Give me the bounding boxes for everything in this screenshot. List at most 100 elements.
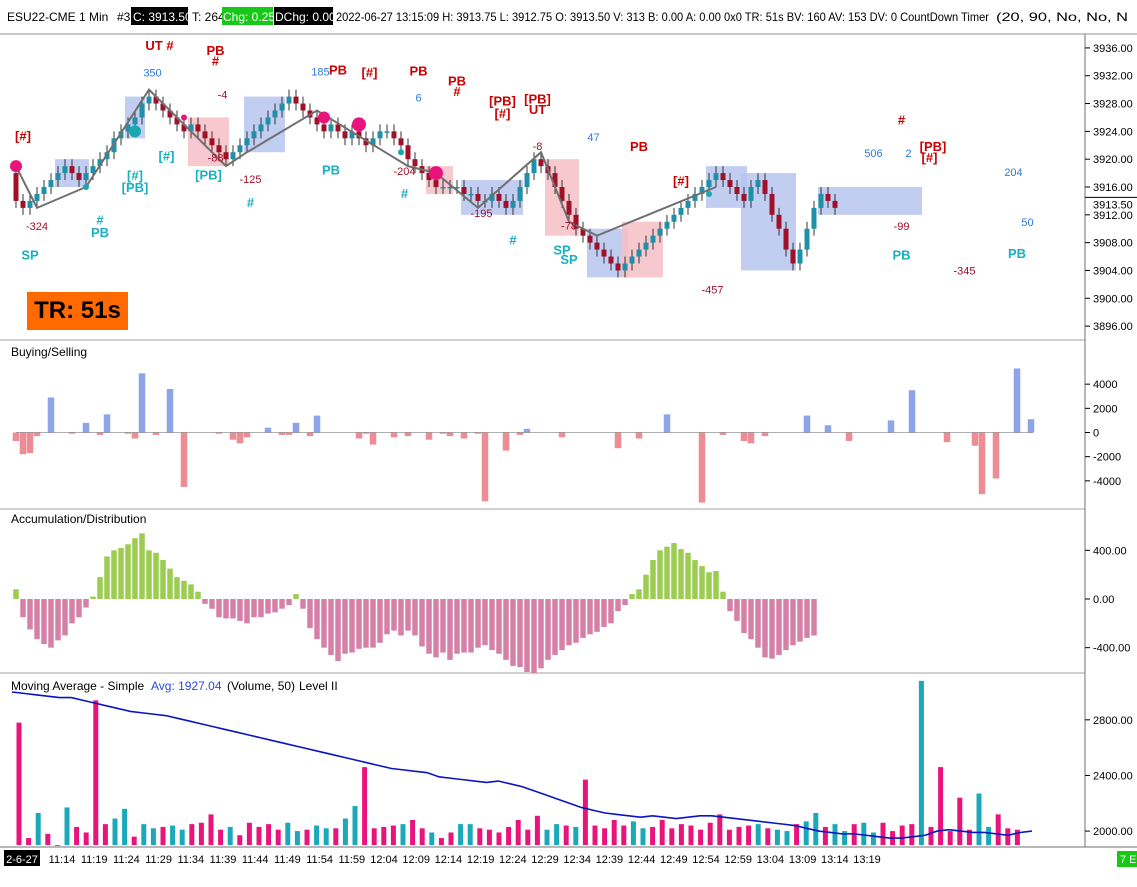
volume-bar	[227, 826, 233, 845]
indicator-bar	[118, 547, 124, 599]
volume-bar	[947, 831, 953, 845]
indicator-bar	[306, 432, 314, 437]
volume-bar	[458, 824, 464, 845]
indicator-bar	[209, 599, 215, 609]
indicator-bar	[769, 599, 775, 659]
indicator-bar	[887, 420, 895, 433]
candle-body	[825, 193, 831, 201]
price-tick-label: 3928.00	[1093, 99, 1133, 111]
indicator-bar	[103, 414, 111, 433]
annotation-label: PB	[329, 62, 347, 77]
indicator-bar	[643, 574, 649, 599]
indicator-bar	[566, 599, 572, 646]
candle-body	[832, 200, 838, 208]
candle-body	[734, 187, 740, 194]
interval-label: 1 Min	[79, 10, 108, 24]
indicator-bar	[104, 556, 110, 599]
axis-tick-label: 2400.00	[1093, 770, 1133, 782]
candle-body	[391, 131, 397, 139]
candle-body	[622, 263, 628, 271]
axis-tick-label: 0	[1093, 428, 1099, 440]
indicator-bar	[685, 552, 691, 599]
swing-box	[244, 96, 285, 153]
price-tick-label: 3908.00	[1093, 238, 1133, 250]
indicator-bar	[1013, 368, 1021, 433]
candle-body	[237, 145, 243, 153]
candle-body	[27, 200, 33, 208]
indicator-bar	[524, 599, 530, 672]
time-tick-label: 11:29	[145, 854, 172, 866]
axis-tick-label: 0.00	[1093, 594, 1114, 606]
buying-selling-axis[interactable]: 4000 2000 0 -2000 -4000	[1085, 379, 1121, 488]
accum-dist-axis[interactable]: 400.00 0.00 -400.00	[1085, 545, 1130, 655]
indicator-bar	[1027, 419, 1035, 433]
indicator-bar	[369, 432, 377, 445]
volume-bar	[506, 826, 512, 845]
indicator-bar	[384, 599, 390, 635]
indicator-bar	[202, 599, 208, 604]
indicator-bar	[314, 599, 320, 640]
candle-body	[34, 193, 40, 201]
indicator-bar	[502, 432, 510, 451]
volume-bar	[659, 819, 665, 845]
corner-badge-label: 7 E	[1120, 854, 1137, 866]
time-tick-label: 12:04	[370, 854, 398, 866]
time-tick-label: 11:34	[177, 854, 204, 866]
level-ii-label: Level II	[299, 679, 338, 693]
volume-bar	[534, 815, 540, 845]
change-label: Chg: 0.25	[223, 10, 275, 24]
annotation-label: PB	[91, 225, 109, 240]
indicator-bar	[908, 390, 916, 433]
indicator-bar	[517, 599, 523, 668]
indicator-bar	[300, 599, 306, 609]
volume-bar	[352, 806, 358, 845]
indicator-bar	[181, 580, 187, 599]
volume-bar	[438, 838, 444, 845]
signal-dot	[10, 160, 22, 173]
candle-body	[328, 124, 334, 132]
price-axis[interactable]: 3936.00 3932.00 3928.00 3924.00 3920.00 3916.…	[1085, 43, 1137, 333]
candle-body	[503, 200, 509, 208]
volume-bar	[26, 838, 32, 845]
indicator-bar	[482, 599, 488, 646]
volume-bar	[112, 818, 118, 845]
candle-body	[790, 249, 796, 264]
moving-average-polyline	[11, 691, 1033, 839]
wave-line	[15, 88, 717, 237]
annotation-label: 350	[143, 67, 161, 79]
candle-body	[587, 235, 593, 243]
indicator-bar	[335, 599, 341, 662]
time-tick-label: 13:19	[853, 854, 881, 866]
indicator-bar	[481, 432, 489, 502]
indicator-bar	[180, 432, 188, 487]
candle-body	[629, 256, 635, 264]
annotation-label: -125	[239, 174, 261, 186]
time-tick-label: 12:34	[563, 854, 591, 866]
indicator-bar	[390, 432, 398, 438]
annotation-label: PB	[322, 162, 340, 177]
volume-bar	[774, 829, 780, 845]
volume-bar	[832, 824, 838, 845]
time-axis[interactable]: 2-6-27 11:14 11:19 11:24 11:29 11:34 11:39 11:4…	[4, 850, 881, 866]
price-tick-label: 3924.00	[1093, 126, 1133, 138]
volume-bar	[381, 826, 387, 845]
volume-bar	[717, 814, 723, 845]
candle-body	[146, 96, 152, 104]
volume-bar	[218, 829, 224, 845]
candle-body	[517, 187, 523, 201]
volume-bar	[678, 824, 684, 845]
last-price-label: 3913.50	[1093, 199, 1133, 211]
buying-selling-bars	[12, 368, 1035, 503]
volume-bar	[314, 825, 320, 845]
annotation-label: #	[898, 112, 906, 127]
annotation-label: #	[212, 53, 220, 68]
volume-bar	[698, 829, 704, 845]
annotation-label: 506	[864, 148, 882, 160]
annotation-label: PB	[409, 64, 427, 79]
indicator-bar	[370, 599, 376, 648]
time-tick-label: 12:39	[596, 854, 624, 866]
indicator-bar	[216, 599, 222, 618]
volume-bar	[794, 824, 800, 845]
volume-axis[interactable]: 2800.00 2400.00 2000.00	[1085, 715, 1133, 838]
volume-bar	[899, 825, 905, 845]
